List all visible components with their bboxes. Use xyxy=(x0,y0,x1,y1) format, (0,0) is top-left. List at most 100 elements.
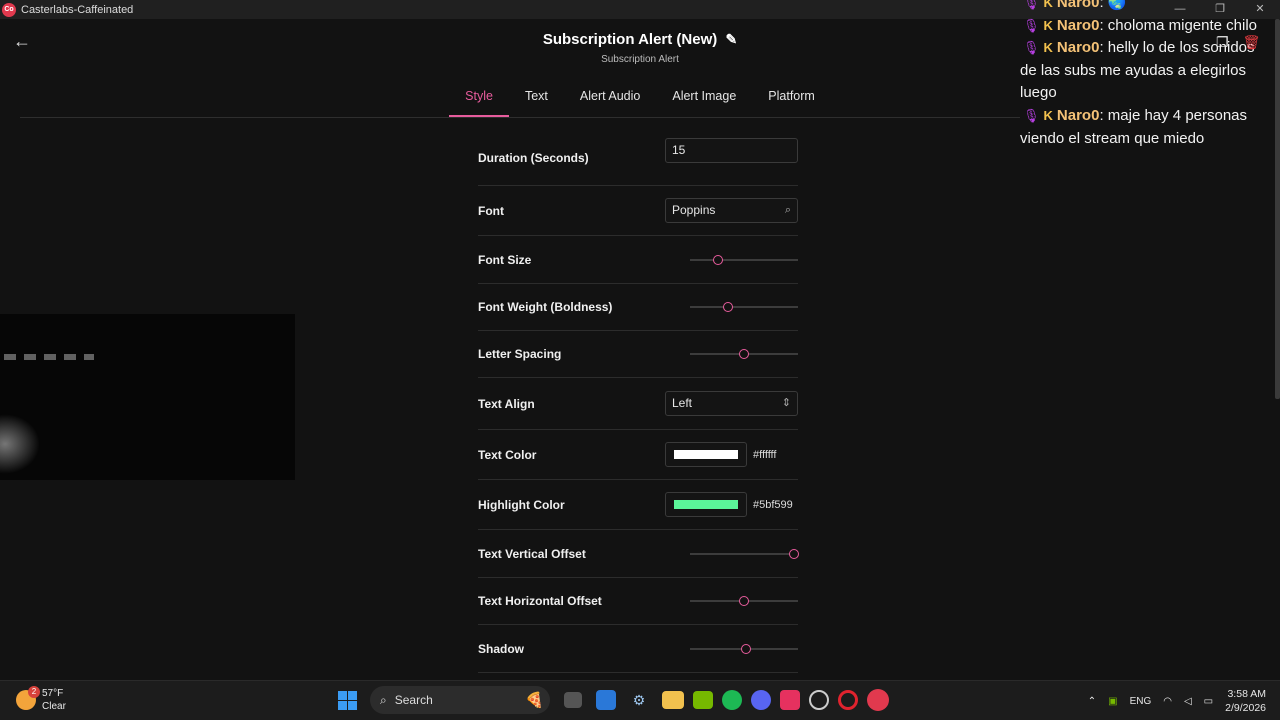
select-arrows-icon: ⇕ xyxy=(781,397,791,409)
tab-text[interactable]: Text xyxy=(509,88,564,117)
search-icon: ⌕ xyxy=(380,692,387,707)
app-title: Casterlabs-Caffeinated xyxy=(21,3,134,16)
font-size-label: Font Size xyxy=(478,252,532,267)
clock-date: 2/9/2026 xyxy=(1225,702,1266,714)
nvidia-icon[interactable] xyxy=(693,691,713,709)
page-title-text: Subscription Alert (New) xyxy=(542,31,718,48)
font-value: Poppins xyxy=(672,203,716,217)
chat-text: : choloma migente chilo xyxy=(1099,16,1258,34)
preview-artifact xyxy=(4,354,94,360)
letter-spacing-slider[interactable] xyxy=(690,349,798,359)
weather-widget[interactable]: 2 57°F Clear xyxy=(16,686,66,713)
weather-desc: Clear xyxy=(42,701,66,712)
slider-knob[interactable] xyxy=(739,596,749,606)
highlight-color-picker[interactable] xyxy=(665,492,747,517)
highlight-color-label: Highlight Color xyxy=(478,497,565,512)
duration-label: Duration (Seconds) xyxy=(478,150,589,165)
taskbar-search[interactable]: ⌕ Search 🍕 xyxy=(370,686,550,714)
start-button[interactable] xyxy=(333,686,361,714)
highlight-color-row: Highlight Color #5bf599 xyxy=(478,480,798,530)
slider-knob[interactable] xyxy=(788,548,799,559)
casterlabs-icon[interactable] xyxy=(867,689,889,711)
preview-glow xyxy=(0,414,40,474)
windows-icon xyxy=(337,690,357,710)
text-horizontal-offset-row: Text Horizontal Offset xyxy=(478,578,798,625)
obs-icon[interactable] xyxy=(809,690,829,710)
text-color-row: Text Color #ffffff xyxy=(478,430,798,480)
scrollbar[interactable] xyxy=(1275,19,1280,399)
text-vertical-offset-label: Text Vertical Offset xyxy=(478,546,586,561)
slider-knob[interactable] xyxy=(739,349,749,359)
font-size-slider[interactable] xyxy=(690,254,798,265)
store-icon[interactable] xyxy=(596,690,616,710)
language-indicator[interactable]: ENG xyxy=(1130,696,1152,707)
badge-icon: K xyxy=(1043,17,1053,33)
delete-icon[interactable]: 🗑 xyxy=(1243,34,1261,51)
discord-icon[interactable] xyxy=(751,690,771,710)
microphone-icon: 🎙 xyxy=(1023,107,1040,123)
text-horizontal-offset-slider[interactable] xyxy=(690,596,798,606)
tab-platform[interactable]: Platform xyxy=(752,88,831,117)
wifi-icon[interactable]: ◠ xyxy=(1163,696,1172,707)
alert-preview xyxy=(0,314,295,480)
microphone-icon: 🎙 xyxy=(1023,40,1040,56)
tiktok-icon[interactable] xyxy=(780,690,800,710)
chat-username[interactable]: Naro0 xyxy=(1057,0,1100,11)
font-search-input[interactable]: Poppins ⌕ xyxy=(665,198,798,223)
font-row: Font Poppins ⌕ xyxy=(478,186,798,236)
style-settings: Duration (Seconds) 15 Font Poppins ⌕ Fon… xyxy=(478,130,799,673)
text-vertical-offset-slider[interactable] xyxy=(690,548,799,559)
taskbar: 2 57°F Clear ⌕ Search 🍕 ⚙ ⌃ ▣ ENG ◠ ◁ ▭ … xyxy=(0,680,1280,720)
badge-icon: K xyxy=(1043,0,1053,10)
tab-style[interactable]: Style xyxy=(449,88,509,117)
badge-icon: K xyxy=(1043,107,1053,123)
steam-icon[interactable]: ⚙ xyxy=(625,686,653,714)
chevron-up-icon[interactable]: ⌃ xyxy=(1088,696,1096,707)
battery-icon[interactable]: ▭ xyxy=(1204,696,1213,707)
chat-username[interactable]: Naro0 xyxy=(1057,107,1100,124)
slider-knob[interactable] xyxy=(713,254,724,265)
duration-input[interactable]: 15 xyxy=(665,138,798,163)
spotify-icon[interactable] xyxy=(722,690,742,710)
text-color-picker[interactable] xyxy=(665,442,747,467)
text-color-swatch xyxy=(674,450,738,459)
chat-text: : 🌏 xyxy=(1099,0,1127,11)
volume-icon[interactable]: ◁ xyxy=(1184,696,1192,707)
copy-icon[interactable]: ❐ xyxy=(1216,34,1229,51)
text-horizontal-offset-label: Text Horizontal Offset xyxy=(478,594,602,608)
microphone-icon: 🎙 xyxy=(1023,17,1040,33)
slider-knob[interactable] xyxy=(741,643,752,654)
text-align-label: Text Align xyxy=(478,396,535,411)
font-weight-slider[interactable] xyxy=(690,302,798,312)
chat-username[interactable]: Naro0 xyxy=(1057,17,1100,34)
font-weight-row: Font Weight (Boldness) xyxy=(478,284,798,331)
chat-username[interactable]: Naro0 xyxy=(1057,39,1100,56)
app-logo-text: Co xyxy=(4,6,14,13)
duration-row: Duration (Seconds) 15 xyxy=(478,130,798,186)
task-view-icon[interactable] xyxy=(564,692,582,708)
text-align-row: Text Align Left ⇕ xyxy=(478,378,798,430)
microphone-icon: 🎙 xyxy=(1023,0,1040,10)
font-size-row: Font Size xyxy=(478,236,798,284)
text-align-select[interactable]: Left ⇕ xyxy=(665,391,798,416)
chat-overlay: 🎙 K Naro0: 🌏 🎙 K Naro0: choloma migente chil… xyxy=(1020,0,1275,150)
clock[interactable]: 3:58 AM 2/9/2026 xyxy=(1225,687,1266,715)
tab-alert-audio[interactable]: Alert Audio xyxy=(564,88,656,117)
tray-app-icon[interactable]: ▣ xyxy=(1108,696,1117,707)
tab-divider xyxy=(20,117,1020,118)
text-vertical-offset-row: Text Vertical Offset xyxy=(478,530,799,578)
badge-icon: K xyxy=(1043,40,1053,56)
chat-message: 🎙 K Naro0: maje hay 4 personas viendo el s… xyxy=(1020,105,1275,150)
search-icon: ⌕ xyxy=(784,204,791,216)
opera-icon[interactable] xyxy=(838,690,858,710)
folder-icon[interactable] xyxy=(662,691,684,709)
shadow-slider[interactable] xyxy=(690,643,798,654)
weather-badge: 2 xyxy=(28,686,40,698)
highlight-color-hex: #5bf599 xyxy=(753,498,793,511)
edit-icon[interactable]: ✎ xyxy=(725,31,737,47)
slider-knob[interactable] xyxy=(722,302,733,312)
pizza-icon: 🍕 xyxy=(525,692,544,709)
text-color-hex: #ffffff xyxy=(753,448,777,461)
chat-actions: ❐ 🗑 xyxy=(1216,34,1260,51)
tab-alert-image[interactable]: Alert Image xyxy=(656,88,752,117)
